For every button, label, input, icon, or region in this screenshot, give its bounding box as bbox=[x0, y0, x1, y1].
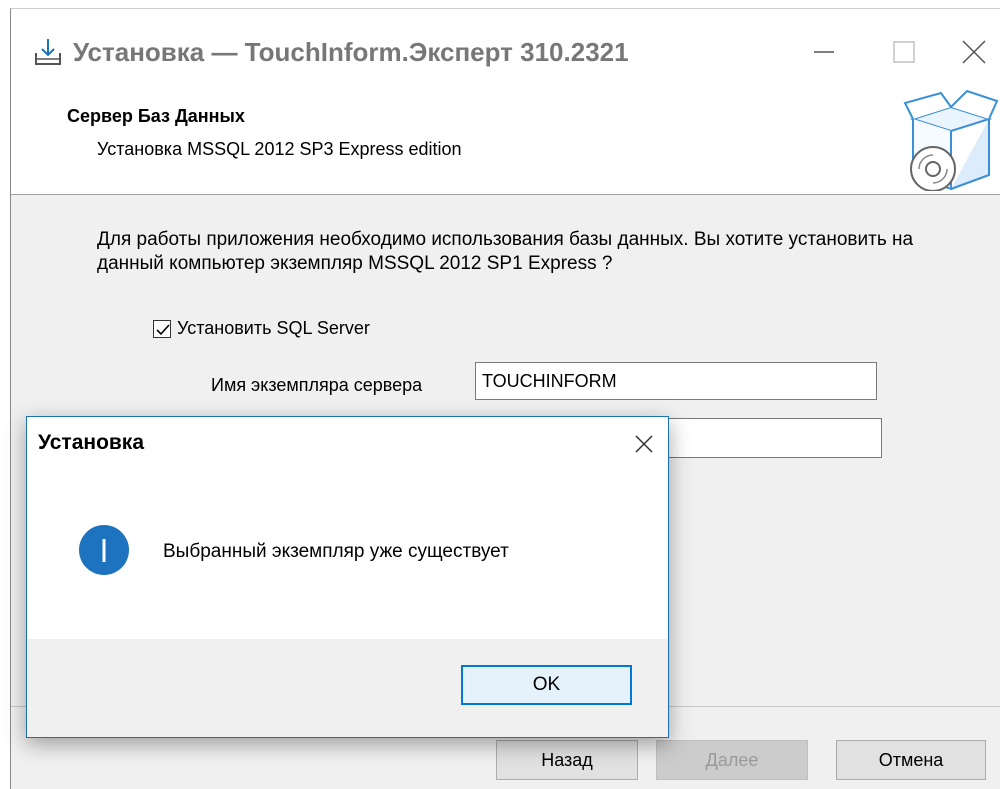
install-sql-label: Установить SQL Server bbox=[177, 318, 370, 338]
close-button[interactable] bbox=[951, 29, 997, 75]
window-title: Установка — TouchInform.Эксперт 310.2321 bbox=[73, 37, 629, 67]
package-box-icon bbox=[903, 89, 999, 192]
minimize-button[interactable] bbox=[801, 29, 847, 75]
dialog-message: Выбранный экземпляр уже существует bbox=[163, 541, 509, 562]
description-text: Для работы приложения необходимо использ… bbox=[97, 229, 914, 274]
title-bar: Установка — TouchInform.Эксперт 310.2321 bbox=[11, 9, 1000, 87]
secondary-input[interactable] bbox=[651, 418, 882, 458]
info-icon bbox=[78, 524, 130, 576]
next-button[interactable]: Далее bbox=[656, 740, 808, 780]
download-install-icon bbox=[33, 37, 63, 67]
page-subtitle: Установка MSSQL 2012 SP3 Express edition bbox=[97, 139, 462, 159]
message-dialog: Установка Выбранный экземпляр уже сущест… bbox=[26, 416, 669, 738]
back-button[interactable]: Назад bbox=[496, 740, 638, 780]
dialog-footer: OK bbox=[27, 639, 668, 737]
ok-button[interactable]: OK bbox=[461, 665, 632, 705]
page-header: Сервер Баз Данных Установка MSSQL 2012 S… bbox=[11, 87, 1000, 195]
dialog-close-icon[interactable] bbox=[627, 427, 661, 461]
install-sql-checkbox[interactable] bbox=[153, 319, 171, 338]
cancel-button[interactable]: Отмена bbox=[836, 740, 986, 780]
instance-name-input[interactable]: TOUCHINFORM bbox=[475, 362, 877, 400]
instance-name-label: Имя экземпляра сервера bbox=[211, 375, 423, 395]
install-sql-checkbox-row[interactable]: Установить SQL Server bbox=[153, 318, 370, 339]
dialog-title: Установка bbox=[38, 431, 144, 454]
page-title: Сервер Баз Данных bbox=[67, 106, 245, 126]
maximize-button[interactable] bbox=[881, 29, 927, 75]
